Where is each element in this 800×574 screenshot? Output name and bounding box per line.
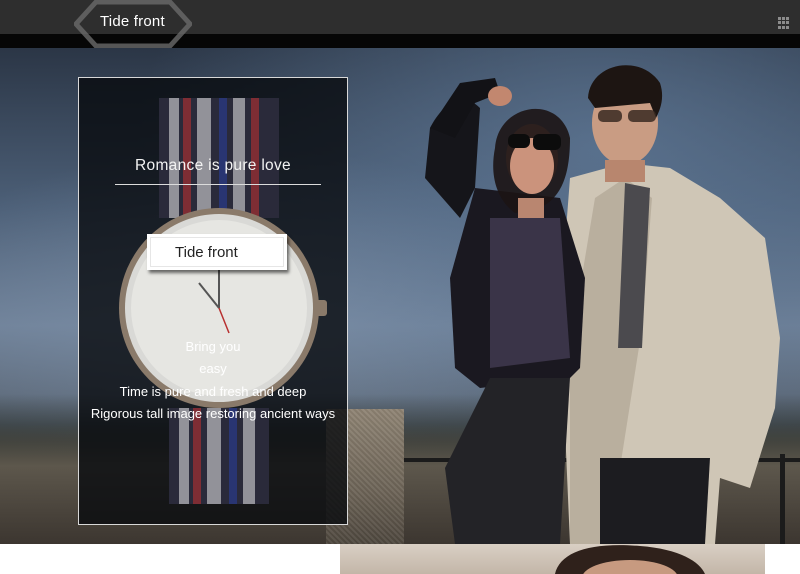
panel-title: Romance is pure love	[135, 157, 291, 174]
panel-line: Time is pure and fresh and deep	[119, 383, 307, 399]
brand-name[interactable]: Tide front	[100, 13, 165, 30]
panel-line: Rigorous tall image restoring ancient wa…	[90, 405, 336, 421]
panel-description: Bring you easy Time is pure and fresh an…	[79, 336, 347, 425]
panel-line: Bring you	[185, 339, 241, 354]
tide-front-button[interactable]: Tide front	[147, 234, 287, 270]
hero-banner: Romance is pure love Tide front Bring yo…	[0, 48, 800, 544]
couple-photo	[420, 48, 800, 544]
portrait-thumbnail[interactable]	[340, 544, 765, 574]
grid-icon[interactable]	[778, 17, 790, 29]
panel-line: easy	[199, 361, 227, 377]
title-divider	[115, 184, 321, 185]
wristwatch-image	[119, 98, 327, 504]
intro-panel: Romance is pure love Tide front Bring yo…	[78, 77, 348, 525]
